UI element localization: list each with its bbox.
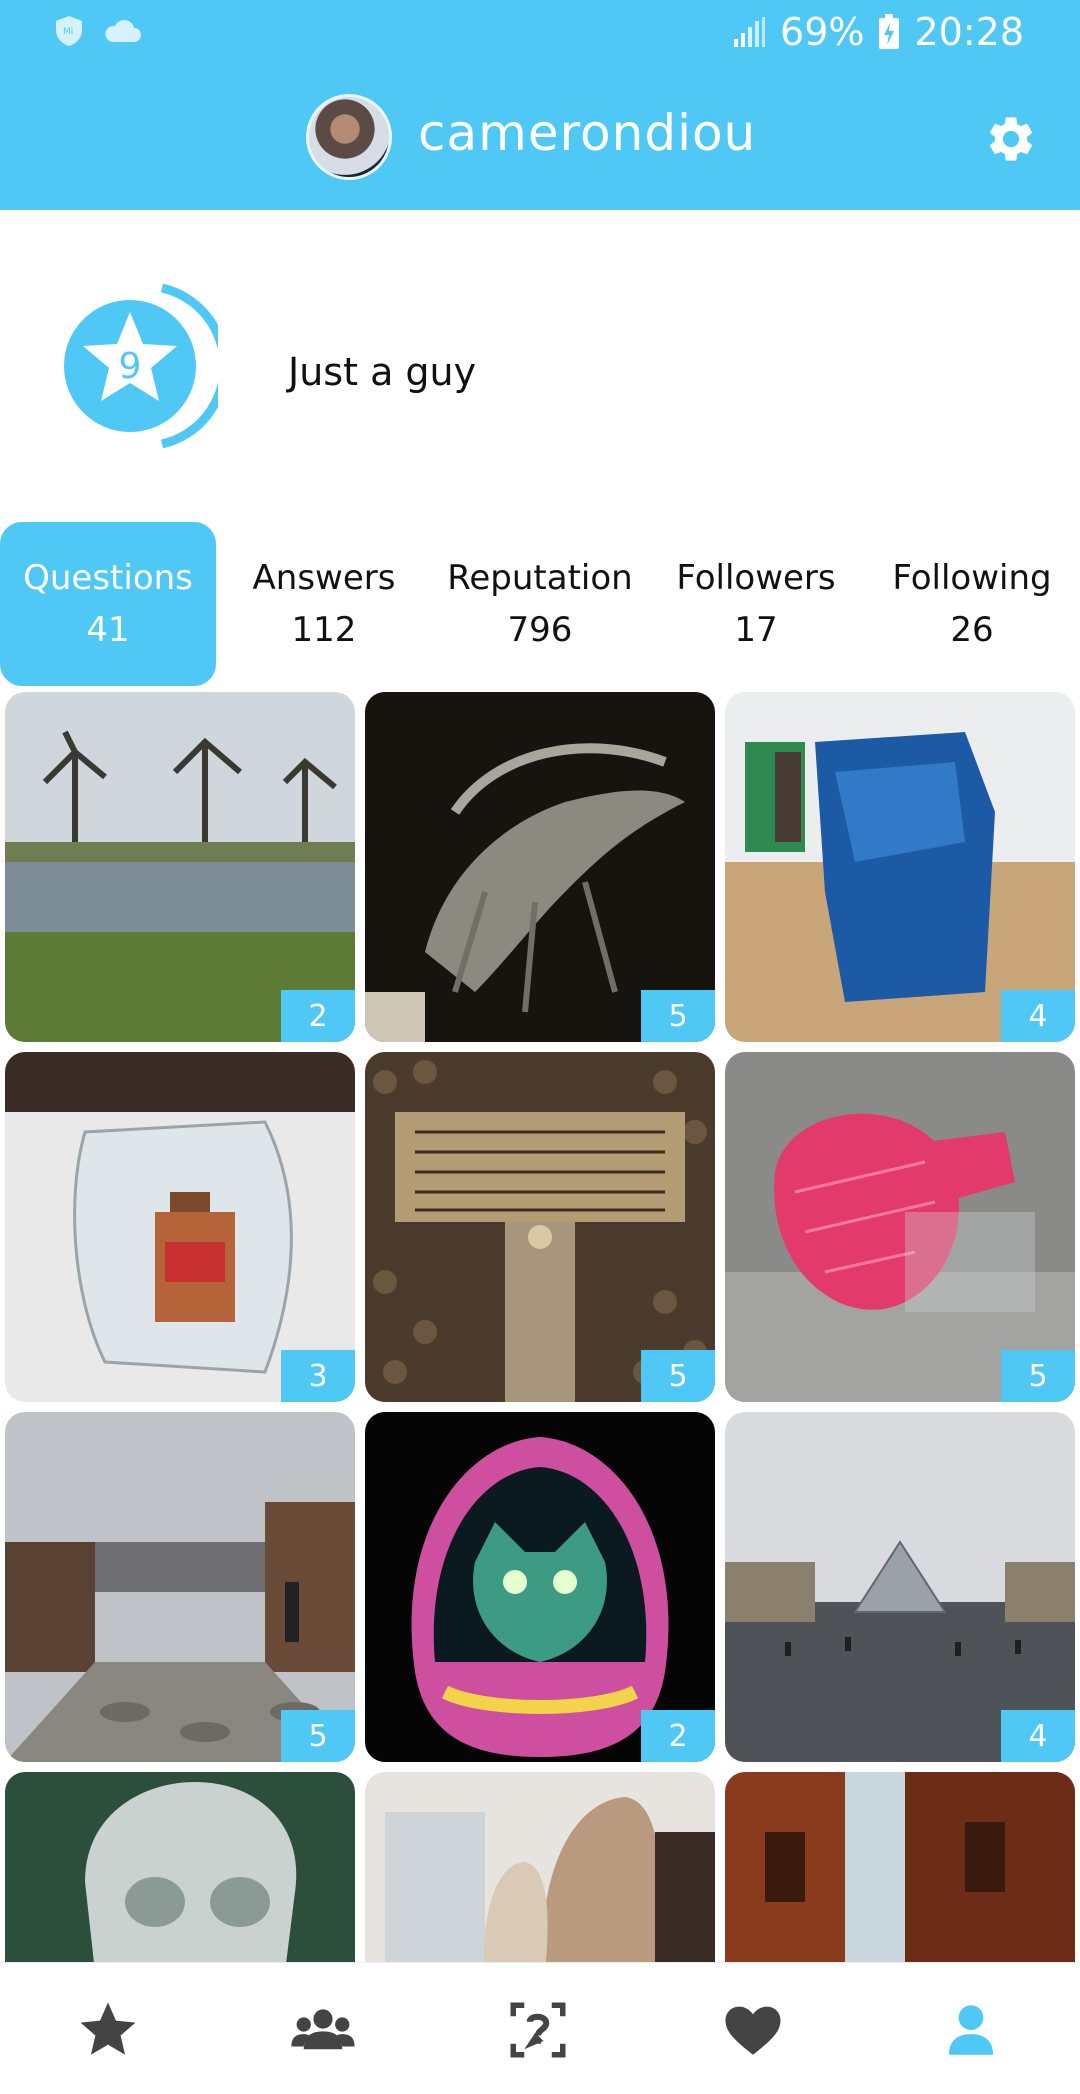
question-photo — [725, 1772, 1075, 1962]
stats-tabs: Questions 41 Answers 112 Reputation 796 … — [0, 522, 1080, 686]
question-tile[interactable]: 2 — [365, 1412, 715, 1762]
bottom-nav — [0, 1962, 1080, 2094]
tab-followers[interactable]: Followers 17 — [648, 522, 864, 686]
answer-count-badge: 5 — [1001, 1350, 1075, 1402]
stat-label: Reputation — [447, 558, 633, 598]
clock: 20:28 — [914, 10, 1024, 54]
battery-icon — [879, 14, 900, 49]
tab-questions[interactable]: Questions 41 — [0, 522, 216, 686]
profile-info: 9 Just a guy — [0, 210, 1080, 522]
stat-value: 112 — [291, 610, 357, 650]
stat-value: 796 — [507, 610, 573, 650]
level-number: 9 — [119, 346, 142, 387]
tab-answers[interactable]: Answers 112 — [216, 522, 432, 686]
cloud-icon — [105, 19, 141, 42]
stat-value: 17 — [734, 610, 778, 650]
question-tile[interactable]: 4 — [725, 692, 1075, 1042]
stat-label: Questions — [23, 558, 193, 598]
stat-value: 41 — [86, 610, 130, 650]
answer-count-badge: 4 — [1001, 990, 1075, 1042]
gear-icon[interactable] — [984, 112, 1038, 166]
answer-count-badge: 3 — [281, 1350, 355, 1402]
profile-icon[interactable] — [938, 1997, 1004, 2063]
stat-label: Followers — [676, 558, 836, 598]
star-icon[interactable] — [75, 1997, 141, 2063]
shield-icon: Mi — [56, 16, 82, 46]
stat-label: Answers — [252, 558, 396, 598]
app-top-bar: Mi 69% 20:28 camerondiou — [0, 0, 1080, 210]
question-grid: 2 5 4 3 5 5 5 2 4 — [0, 690, 1080, 1962]
question-tile[interactable] — [5, 1772, 355, 1962]
battery-percent: 69% — [780, 10, 865, 54]
heart-icon[interactable] — [720, 1997, 786, 2063]
question-tile[interactable]: 3 — [5, 1052, 355, 1402]
answer-count-badge: 5 — [641, 1350, 715, 1402]
status-bar: Mi 69% 20:28 — [0, 0, 1080, 66]
answer-count-badge: 5 — [281, 1710, 355, 1762]
username: camerondiou — [418, 104, 757, 162]
answer-count-badge: 4 — [1001, 1710, 1075, 1762]
bio-text: Just a guy — [288, 350, 477, 394]
question-tile[interactable]: 5 — [725, 1052, 1075, 1402]
question-photo — [5, 1772, 355, 1962]
answer-count-badge: 5 — [641, 990, 715, 1042]
question-tile[interactable] — [365, 1772, 715, 1962]
question-tile[interactable]: 5 — [5, 1412, 355, 1762]
svg-text:Mi: Mi — [63, 27, 73, 37]
profile-header: camerondiou — [0, 66, 1080, 210]
question-tile[interactable]: 2 — [5, 692, 355, 1042]
question-tile[interactable]: 5 — [365, 1052, 715, 1402]
answer-count-badge: 2 — [641, 1710, 715, 1762]
question-tile[interactable]: 5 — [365, 692, 715, 1042]
community-icon[interactable] — [290, 1997, 356, 2063]
question-tile[interactable] — [725, 1772, 1075, 1962]
level-badge: 9 — [64, 283, 218, 449]
signal-icon — [734, 17, 766, 47]
stat-label: Following — [892, 558, 1052, 598]
question-tile[interactable]: 4 — [725, 1412, 1075, 1762]
stat-value: 26 — [950, 610, 994, 650]
tab-following[interactable]: Following 26 — [864, 522, 1080, 686]
question-frame-icon[interactable] — [505, 1997, 571, 2063]
answer-count-badge: 2 — [281, 990, 355, 1042]
avatar[interactable] — [306, 94, 392, 180]
question-photo — [365, 1772, 715, 1962]
tab-reputation[interactable]: Reputation 796 — [432, 522, 648, 686]
